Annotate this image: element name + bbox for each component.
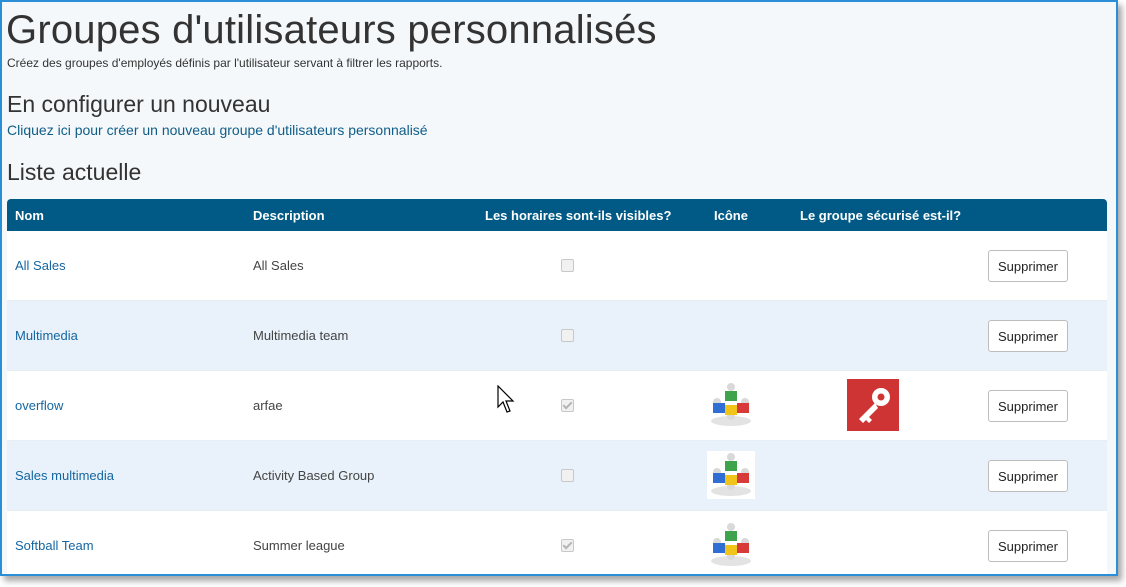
list-section-heading: Liste actuelle	[7, 159, 142, 185]
delete-button[interactable]: Supprimer	[988, 390, 1068, 422]
create-section-heading: En configurer un nouveau	[7, 91, 271, 117]
schedules-visible-checkbox	[561, 469, 574, 482]
schedules-visible-checkbox	[561, 539, 574, 552]
group-name-link[interactable]: Softball Team	[15, 538, 94, 553]
table-row: Softball Team Summer league Supprimer	[7, 511, 1107, 574]
table-row: Multimedia Multimedia team Supprimer	[7, 301, 1107, 371]
delete-button[interactable]: Supprimer	[988, 320, 1068, 352]
team-puzzle-icon	[707, 381, 755, 429]
group-description: arfae	[253, 398, 283, 413]
table-row: Sales multimedia Activity Based Group Sup…	[7, 441, 1107, 511]
delete-button[interactable]: Supprimer	[988, 530, 1068, 562]
key-icon	[847, 379, 899, 431]
group-name-link[interactable]: Multimedia	[15, 328, 78, 343]
main-window: Groupes d'utilisateurs personnalisés Cré…	[0, 0, 1118, 576]
column-header-secured: Le groupe sécurisé est-il?	[800, 208, 962, 223]
page-title: Groupes d'utilisateurs personnalisés	[6, 8, 657, 52]
table-row: All Sales All Sales Supprimer	[7, 231, 1107, 301]
mouse-cursor-icon	[497, 385, 515, 413]
delete-button[interactable]: Supprimer	[988, 460, 1068, 492]
group-description: Activity Based Group	[253, 468, 375, 483]
schedules-visible-checkbox	[561, 259, 574, 272]
group-description: All Sales	[253, 258, 304, 273]
schedules-visible-checkbox	[561, 329, 574, 342]
column-header-icon: Icône	[714, 208, 748, 223]
column-header-schedules-visible: Les horaires sont-ils visibles?	[485, 208, 672, 223]
groups-table: Nom Description Les horaires sont-ils vi…	[7, 199, 1107, 574]
group-name-link[interactable]: Sales multimedia	[15, 468, 114, 483]
team-puzzle-icon	[707, 451, 755, 499]
column-header-description: Description	[253, 208, 325, 223]
table-row: overflow arfae Supprimer	[7, 371, 1107, 441]
group-name-link[interactable]: overflow	[15, 398, 63, 413]
group-name-link[interactable]: All Sales	[15, 258, 66, 273]
delete-button[interactable]: Supprimer	[988, 250, 1068, 282]
column-header-name: Nom	[15, 208, 44, 223]
team-puzzle-icon	[707, 521, 755, 569]
schedules-visible-checkbox	[561, 399, 574, 412]
group-description: Summer league	[253, 538, 345, 553]
page-subtitle: Créez des groupes d'employés définis par…	[7, 56, 443, 70]
table-header: Nom Description Les horaires sont-ils vi…	[7, 199, 1107, 231]
group-description: Multimedia team	[253, 328, 349, 343]
create-group-link[interactable]: Cliquez ici pour créer un nouveau groupe…	[7, 122, 428, 138]
